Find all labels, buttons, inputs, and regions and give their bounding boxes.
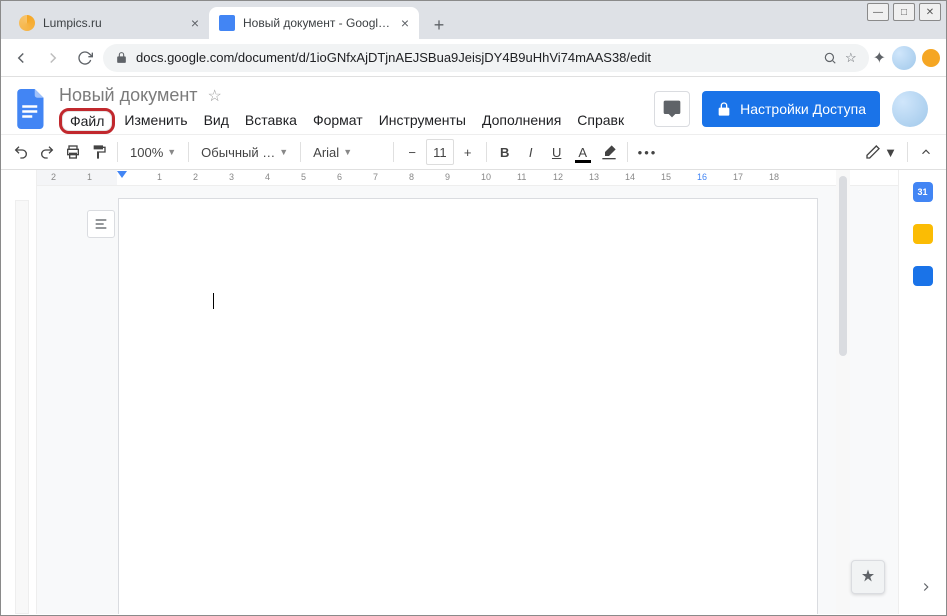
menu-tools[interactable]: Инструменты — [372, 108, 473, 134]
formatting-toolbar: 100%▼ Обычный …▼ Arial▼ − 11 + B I U A •… — [1, 134, 946, 170]
docs-logo-icon[interactable] — [13, 85, 49, 133]
calendar-addon-icon[interactable] — [913, 182, 933, 202]
print-button[interactable] — [61, 139, 85, 165]
extensions-area: ✦ — [873, 46, 940, 70]
hide-menus-button[interactable] — [914, 139, 938, 165]
menu-help[interactable]: Справк — [570, 108, 631, 134]
browser-toolbar: docs.google.com/document/d/1ioGNfxAjDTjn… — [1, 39, 946, 77]
menu-addons[interactable]: Дополнения — [475, 108, 568, 134]
favicon-icon — [19, 15, 35, 31]
menu-view[interactable]: Вид — [197, 108, 236, 134]
browser-tab-lumpics[interactable]: Lumpics.ru × — [9, 7, 209, 39]
undo-button[interactable] — [9, 139, 33, 165]
highlight-color-button[interactable] — [597, 139, 621, 165]
paragraph-style-select[interactable]: Обычный …▼ — [195, 139, 294, 165]
menu-edit[interactable]: Изменить — [117, 108, 194, 134]
menubar: Файл Изменить Вид Вставка Формат Инструм… — [59, 108, 644, 134]
forward-button[interactable] — [39, 44, 67, 72]
vertical-scrollbar[interactable] — [836, 170, 850, 614]
search-in-page-icon[interactable] — [823, 51, 837, 65]
horizontal-ruler[interactable]: 2 1 1 2 3 4 5 6 7 8 9 10 11 12 13 14 15 … — [37, 170, 898, 186]
back-button[interactable] — [7, 44, 35, 72]
address-bar[interactable]: docs.google.com/document/d/1ioGNfxAjDTjn… — [103, 44, 869, 72]
keep-addon-icon[interactable] — [913, 224, 933, 244]
page-canvas-scroll[interactable] — [37, 186, 898, 614]
editing-mode-button[interactable]: ▼ — [861, 139, 901, 165]
maximize-button[interactable]: □ — [893, 3, 915, 21]
document-outline-button[interactable] — [87, 210, 115, 238]
italic-button[interactable]: I — [519, 139, 543, 165]
menu-file[interactable]: Файл — [59, 108, 115, 134]
menu-insert[interactable]: Вставка — [238, 108, 304, 134]
share-button-label: Настройки Доступа — [740, 101, 866, 117]
font-select[interactable]: Arial▼ — [307, 139, 387, 165]
more-toolbar-button[interactable]: ••• — [634, 139, 662, 165]
docs-header: Новый документ ☆ Файл Изменить Вид Встав… — [1, 77, 946, 134]
tab-title: Lumpics.ru — [43, 16, 183, 30]
account-avatar[interactable] — [892, 91, 928, 127]
font-size-decrease[interactable]: − — [400, 139, 424, 165]
close-tab-icon[interactable]: × — [191, 15, 199, 31]
favicon-icon — [219, 15, 235, 31]
lock-icon — [115, 51, 128, 64]
tab-title: Новый документ - Google Доку — [243, 16, 393, 30]
extensions-icon[interactable]: ✦ — [873, 48, 886, 68]
document-page[interactable] — [118, 198, 818, 614]
new-tab-button[interactable]: + — [425, 11, 453, 39]
paint-format-button[interactable] — [87, 139, 111, 165]
indent-marker-icon[interactable] — [117, 171, 127, 181]
font-size-increase[interactable]: + — [456, 139, 480, 165]
reload-button[interactable] — [71, 44, 99, 72]
underline-button[interactable]: U — [545, 139, 569, 165]
text-cursor — [213, 293, 214, 309]
browser-tabstrip: Lumpics.ru × Новый документ - Google Док… — [1, 1, 946, 39]
browser-tab-docs[interactable]: Новый документ - Google Доку × — [209, 7, 419, 39]
zoom-select[interactable]: 100%▼ — [124, 139, 182, 165]
editor-area: 2 1 1 2 3 4 5 6 7 8 9 10 11 12 13 14 15 … — [1, 170, 946, 614]
star-icon[interactable]: ☆ — [208, 86, 222, 106]
close-tab-icon[interactable]: × — [401, 15, 409, 31]
profile-avatar-icon[interactable] — [892, 46, 916, 70]
tasks-addon-icon[interactable] — [913, 266, 933, 286]
comments-button[interactable] — [654, 91, 690, 127]
side-panel — [898, 170, 946, 614]
redo-button[interactable] — [35, 139, 59, 165]
vertical-ruler — [1, 170, 37, 614]
font-size-input[interactable]: 11 — [426, 139, 454, 165]
menu-format[interactable]: Формат — [306, 108, 370, 134]
text-color-button[interactable]: A — [571, 139, 595, 165]
document-title[interactable]: Новый документ — [59, 85, 198, 106]
scrollbar-thumb[interactable] — [839, 176, 847, 356]
extension-icon[interactable] — [922, 49, 940, 67]
side-panel-toggle[interactable] — [919, 580, 933, 594]
url-text: docs.google.com/document/d/1ioGNfxAjDTjn… — [136, 50, 815, 65]
minimize-button[interactable]: — — [867, 3, 889, 21]
share-button[interactable]: Настройки Доступа — [702, 91, 880, 127]
close-window-button[interactable]: ✕ — [919, 3, 941, 21]
window-controls: — □ ✕ — [867, 3, 941, 21]
bold-button[interactable]: B — [493, 139, 517, 165]
bookmark-star-icon[interactable]: ☆ — [845, 50, 857, 66]
explore-button[interactable] — [851, 560, 885, 594]
